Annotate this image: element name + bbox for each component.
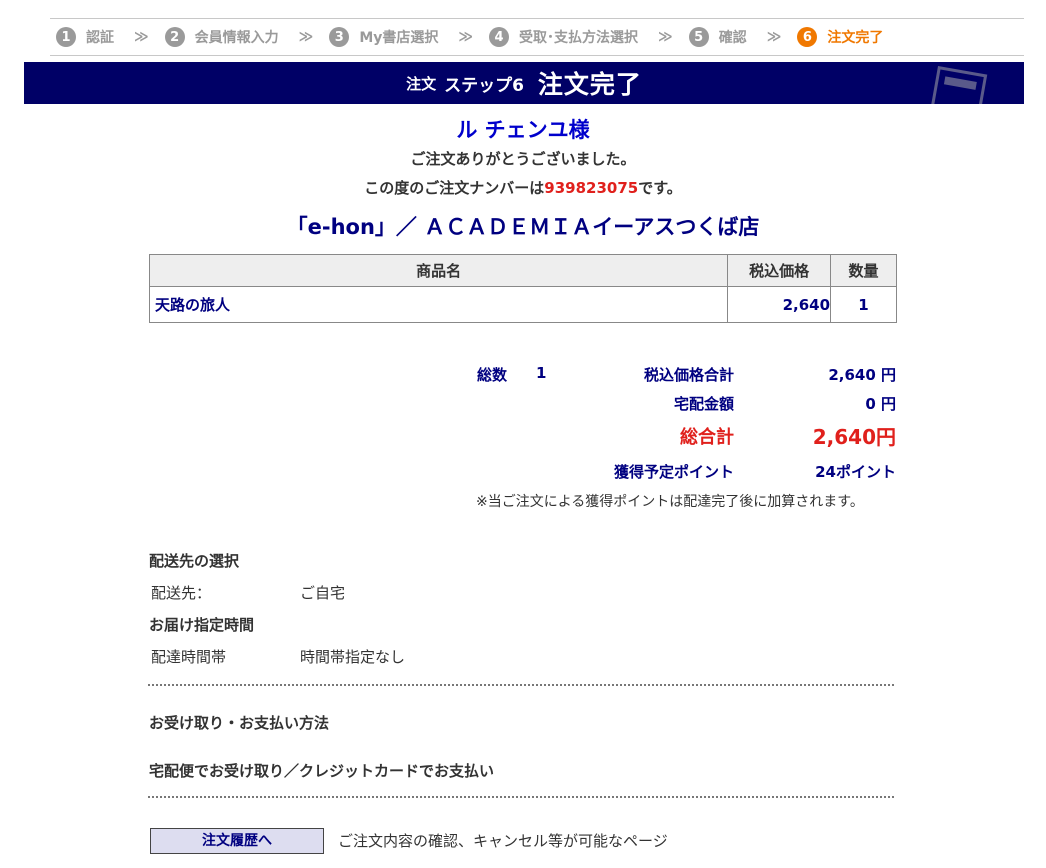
- step-progress-bar: 1 認証 ≫ 2 会員情報入力 ≫ 3 My書店選択 ≫ 4 受取･支払方法選択 ≫ 5…: [50, 18, 1024, 56]
- payment-method: 宅配便でお受け取り／クレジットカードでお支払い: [149, 762, 495, 780]
- dotted-divider: [148, 796, 894, 798]
- banner-prefix: 注文: [406, 74, 437, 93]
- header-qty: 数量: [830, 254, 897, 287]
- shipping-label: 宅配金額: [673, 395, 734, 413]
- order-history-button[interactable]: 注文履歴へ: [150, 828, 324, 854]
- thanks-message: ご注文ありがとうございました。: [410, 150, 636, 168]
- step-label: 会員情報入力: [194, 30, 279, 46]
- step-2: 2 会員情報入力: [164, 27, 279, 47]
- step-separator-icon: ≫: [658, 29, 673, 45]
- step-3: 3 My書店選択: [329, 27, 438, 47]
- delivery-time-label: 配達時間帯: [151, 648, 227, 666]
- product-name: 天路の旅人: [148, 286, 729, 323]
- page-title: 注文完了: [537, 70, 642, 99]
- order-number: 939823075: [544, 179, 639, 197]
- step-number-icon: 3: [329, 27, 350, 47]
- points-value: 24ポイント: [815, 463, 896, 481]
- product-qty: 1: [830, 286, 897, 323]
- product-price: 2,640: [727, 286, 832, 323]
- step-4: 4 受取･支払方法選択: [489, 27, 638, 47]
- order-number-suffix: です。: [638, 179, 682, 197]
- step-separator-icon: ≫: [766, 29, 782, 45]
- order-history-description: ご注文内容の確認、キャンセル等が可能なページ: [338, 832, 668, 850]
- grand-total-value: 2,640円: [812, 425, 896, 449]
- points-label: 獲得予定ポイント: [613, 463, 734, 481]
- points-note: ※当ご注文による獲得ポイントは配達完了後に加算されます。: [476, 494, 864, 510]
- delivery-section-title: 配送先の選択: [149, 552, 240, 570]
- delivery-time-section-title: お届け指定時間: [149, 616, 255, 634]
- order-number-line: この度のご注文ナンバーは939823075です。: [0, 177, 1046, 198]
- total-count-label: 総数: [477, 366, 508, 384]
- shipping-value: 0 円: [865, 395, 896, 413]
- step-number-icon: 2: [164, 27, 185, 47]
- step-label: 認証: [86, 30, 114, 46]
- order-number-prefix: この度のご注文ナンバーは: [364, 179, 545, 197]
- header-product-name: 商品名: [148, 254, 729, 287]
- step-separator-icon: ≫: [134, 29, 149, 45]
- delivery-address-value: ご自宅: [300, 584, 346, 602]
- subtotal-label: 税込価格合計: [643, 366, 734, 384]
- step-number-icon: 5: [688, 27, 709, 47]
- customer-name: ル チェンユ様: [456, 118, 590, 142]
- delivery-address-label: 配送先：: [151, 584, 212, 602]
- dotted-divider: [148, 684, 894, 686]
- step-5: 5 確認: [688, 27, 747, 47]
- grand-total-label: 総合計: [680, 427, 734, 448]
- table-header-row: 商品名 税込価格 数量: [148, 254, 897, 287]
- delivery-time-value: 時間帯指定なし: [300, 648, 406, 666]
- header-price: 税込価格: [727, 254, 832, 287]
- step-1: 1 認証: [56, 27, 114, 47]
- step-label: My書店選択: [359, 30, 439, 46]
- payment-section-title: お受け取り・お支払い方法: [149, 714, 330, 732]
- step-separator-icon: ≫: [458, 29, 473, 45]
- order-items-table: 商品名 税込価格 数量 天路の旅人 2,640 1: [148, 254, 897, 323]
- step-6-current: 6 注文完了: [797, 27, 883, 47]
- subtotal-value: 2,640 円: [828, 366, 896, 384]
- page-header-banner: 注文 ステップ6 注文完了: [24, 62, 1024, 104]
- step-label: 注文完了: [827, 30, 884, 46]
- total-count-value: 1: [536, 364, 547, 382]
- book-icon: [930, 65, 988, 104]
- step-label: 確認: [718, 30, 747, 46]
- banner-step: ステップ6: [444, 75, 524, 96]
- step-separator-icon: ≫: [298, 29, 314, 45]
- step-number-icon: 6: [797, 27, 818, 47]
- step-label: 受取･支払方法選択: [519, 30, 639, 46]
- table-row: 天路の旅人 2,640 1: [148, 286, 897, 323]
- step-number-icon: 1: [56, 27, 76, 47]
- store-name: 「e-hon」／ ＡＣＡＤＥＭＩＡイーアスつくば店: [286, 215, 760, 239]
- step-number-icon: 4: [489, 27, 510, 47]
